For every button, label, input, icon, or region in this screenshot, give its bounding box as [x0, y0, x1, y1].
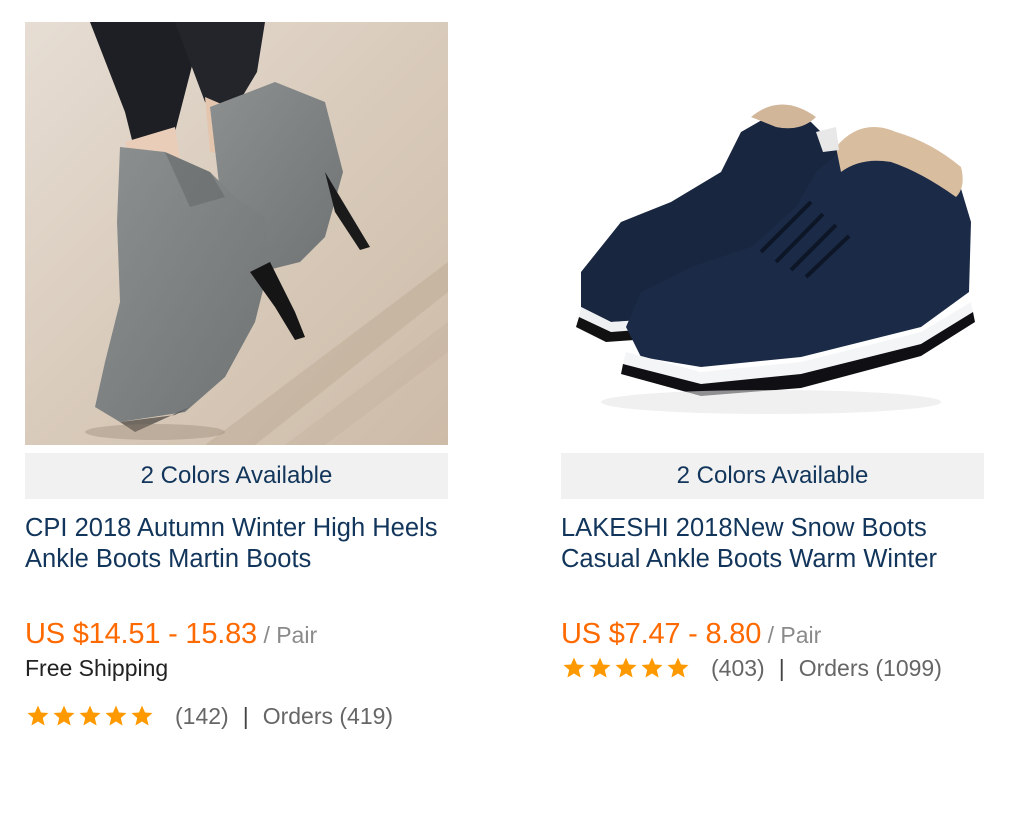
separator: |	[242, 703, 249, 729]
price-unit: / Pair	[263, 622, 318, 648]
star-rating	[25, 704, 155, 728]
star-icon	[561, 656, 587, 680]
gray-high-heel-ankle-boot-icon	[25, 22, 448, 445]
product-title-link[interactable]: LAKESHI 2018New Snow Boots Casual Ankle …	[561, 513, 984, 575]
product-card[interactable]: 2 Colors Available LAKESHI 2018New Snow …	[561, 22, 984, 685]
star-icon	[665, 656, 691, 680]
star-icon	[639, 656, 665, 680]
price: US $7.47 - 8.80	[561, 618, 762, 650]
reviews-count-link[interactable]: (142)	[175, 699, 229, 733]
separator: |	[778, 655, 785, 681]
navy-fur-lined-sneaker-boot-icon	[561, 22, 984, 445]
product-title-link[interactable]: CPI 2018 Autumn Winter High Heels Ankle …	[25, 513, 448, 575]
price-row: US $7.47 - 8.80 / Pair	[561, 617, 984, 651]
orders-count: Orders (419)	[262, 703, 394, 729]
star-icon	[587, 656, 613, 680]
product-image[interactable]	[25, 22, 448, 445]
star-icon	[103, 704, 129, 728]
star-icon	[613, 656, 639, 680]
rating-row: (142) | Orders (419)	[25, 699, 448, 733]
star-icon	[129, 704, 155, 728]
price-row: US $14.51 - 15.83 / Pair	[25, 617, 448, 651]
free-shipping-label: Free Shipping	[25, 655, 169, 681]
star-icon	[25, 704, 51, 728]
star-icon	[51, 704, 77, 728]
star-rating	[561, 656, 691, 680]
colors-available-label: 2 Colors Available	[25, 453, 448, 499]
star-icon	[77, 704, 103, 728]
orders-count: Orders (1099)	[798, 655, 942, 681]
reviews-count-link[interactable]: (403)	[711, 651, 765, 685]
product-card[interactable]: 2 Colors Available CPI 2018 Autumn Winte…	[25, 22, 448, 733]
colors-available-label: 2 Colors Available	[561, 453, 984, 499]
price: US $14.51 - 15.83	[25, 618, 257, 650]
rating-row: (403) | Orders (1099)	[561, 651, 984, 685]
product-image[interactable]	[561, 22, 984, 445]
price-unit: / Pair	[767, 622, 822, 648]
